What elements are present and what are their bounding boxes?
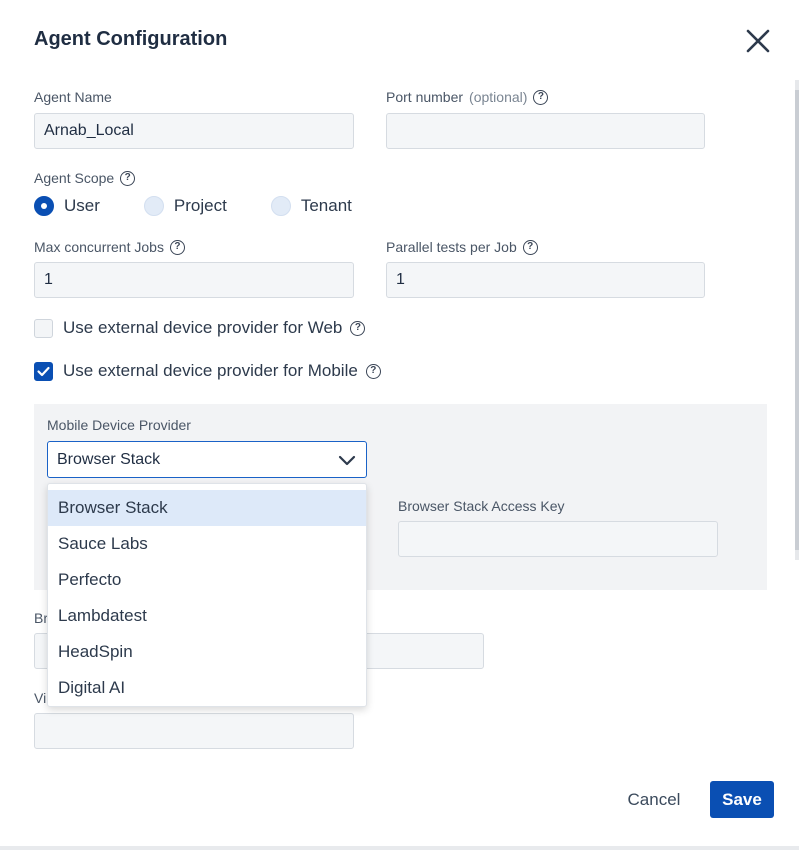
close-button[interactable]	[744, 27, 772, 55]
radio-selected-icon	[34, 196, 54, 216]
external-mobile-checkbox-row: Use external device provider for Mobile …	[34, 361, 381, 381]
cancel-button[interactable]: Cancel	[612, 781, 696, 818]
radio-unselected-icon	[270, 196, 291, 216]
radio-user[interactable]: User	[34, 196, 100, 216]
hidden-field-label: Vi	[34, 690, 47, 706]
max-concurrent-jobs-label: Max concurrent Jobs ?	[34, 239, 185, 255]
mobile-device-provider-label: Mobile Device Provider	[47, 417, 191, 433]
help-circle-icon[interactable]: ?	[533, 89, 549, 105]
help-circle-icon[interactable]: ?	[120, 170, 136, 186]
parallel-tests-input[interactable]: 1	[386, 262, 705, 298]
mobile-device-provider-select[interactable]: Browser Stack	[47, 441, 367, 478]
help-circle-icon[interactable]: ?	[169, 239, 185, 255]
external-web-checkbox-row: Use external device provider for Web ?	[34, 318, 366, 338]
check-icon	[37, 366, 50, 376]
dropdown-option-digital-ai[interactable]: Digital AI	[48, 670, 366, 706]
agent-name-label: Agent Name	[34, 89, 112, 105]
optional-hint: (optional)	[469, 89, 528, 105]
agent-configuration-dialog: Agent Configuration Agent Name Arnab_Loc…	[0, 0, 799, 850]
dropdown-option-headspin[interactable]: HeadSpin	[48, 634, 366, 670]
help-circle-icon[interactable]: ?	[365, 363, 381, 379]
port-number-input[interactable]	[386, 113, 705, 149]
dropdown-option-sauce-labs[interactable]: Sauce Labs	[48, 526, 366, 562]
radio-unselected-icon	[143, 196, 164, 216]
max-concurrent-jobs-input[interactable]: 1	[34, 262, 354, 298]
agent-scope-label: Agent Scope ?	[34, 170, 136, 186]
agent-scope-radio-group: User Project Tenant	[34, 196, 396, 216]
mobile-provider-dropdown: Browser Stack Sauce Labs Perfecto Lambda…	[47, 483, 367, 707]
access-key-label: Browser Stack Access Key	[398, 498, 565, 514]
radio-tenant[interactable]: Tenant	[270, 196, 352, 216]
dialog-bottom-edge	[0, 846, 799, 850]
agent-name-input[interactable]: Arnab_Local	[34, 113, 354, 149]
external-web-checkbox[interactable]	[34, 318, 53, 338]
save-button[interactable]: Save	[710, 781, 774, 818]
close-icon	[746, 29, 770, 53]
port-number-label: Port number (optional) ?	[386, 89, 549, 105]
radio-project[interactable]: Project	[143, 196, 227, 216]
parallel-tests-label: Parallel tests per Job ?	[386, 239, 538, 255]
dropdown-option-perfecto[interactable]: Perfecto	[48, 562, 366, 598]
help-circle-icon[interactable]: ?	[522, 239, 538, 255]
external-mobile-checkbox[interactable]	[34, 361, 53, 381]
dialog-title: Agent Configuration	[34, 28, 228, 50]
access-key-input[interactable]	[398, 521, 718, 557]
hidden-field-label: Br	[34, 610, 48, 626]
dropdown-option-browser-stack[interactable]: Browser Stack	[48, 490, 366, 526]
help-circle-icon[interactable]: ?	[350, 320, 366, 336]
scrollbar-thumb[interactable]	[795, 90, 799, 550]
dropdown-option-lambdatest[interactable]: Lambdatest	[48, 598, 366, 634]
hidden-field-input[interactable]	[34, 713, 354, 749]
chevron-down-icon	[338, 455, 356, 465]
